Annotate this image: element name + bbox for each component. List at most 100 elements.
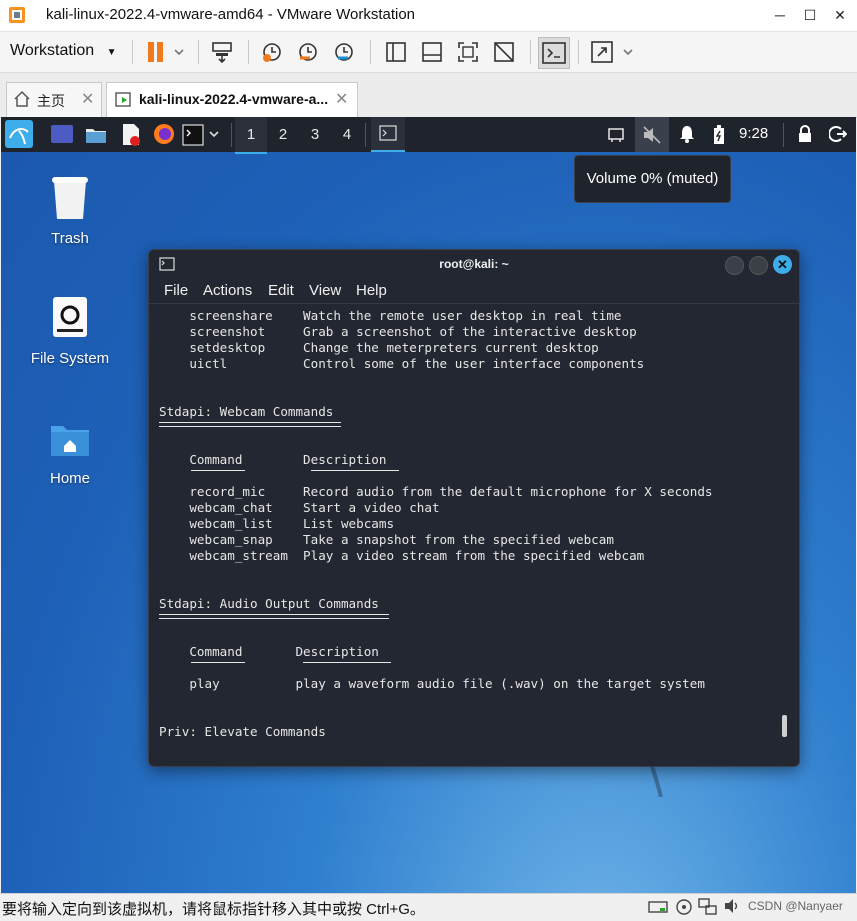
volume-muted-button[interactable] [635, 117, 669, 152]
desktop-icon-label: Trash [51, 230, 89, 247]
snapshot-icon[interactable] [260, 40, 284, 64]
vm-icon [115, 91, 133, 112]
workspace-3[interactable]: 3 [299, 117, 331, 152]
taskbar-terminal-window[interactable] [371, 117, 405, 152]
terminal-scrollbar[interactable] [782, 715, 787, 737]
terminal-minimize-button[interactable] [725, 256, 744, 275]
menu-edit[interactable]: Edit [268, 282, 294, 299]
section-header: Priv: Elevate Commands [159, 724, 326, 739]
column-underline [191, 662, 245, 663]
menu-help[interactable]: Help [356, 282, 387, 299]
terminal-close-button[interactable]: ✕ [773, 255, 792, 274]
tab-home[interactable]: 主页 ✕ [6, 82, 102, 117]
sidebar-toggle-icon[interactable] [384, 40, 408, 64]
terminal-line: record_mic Record audio from the default… [159, 484, 713, 499]
status-message: 要将输入定向到该虚拟机，请将鼠标指针移入其中或按 Ctrl+G。 [2, 901, 425, 918]
terminal-title: root@kali: ~ [439, 257, 509, 271]
window-titlebar: kali-linux-2022.4-vmware-amd64 - VMware … [0, 0, 857, 32]
section-header: Stdapi: Audio Output Commands [159, 596, 379, 611]
menu-view[interactable]: View [309, 282, 341, 299]
terminal-icon [182, 124, 219, 146]
text-editor-icon[interactable] [121, 123, 141, 152]
terminal-line: screenshot Grab a screenshot of the inte… [159, 324, 637, 339]
unity-mode-icon[interactable] [492, 40, 516, 64]
menu-file[interactable]: File [164, 282, 188, 299]
network-icon[interactable] [607, 127, 625, 148]
home-folder-icon [51, 426, 89, 456]
terminal-launcher[interactable] [182, 124, 224, 151]
guest-screen[interactable]: 1 2 3 4 9:28 Trash File System Home Volu… [1, 117, 856, 893]
column-header: Command Description [159, 644, 379, 659]
terminal-output[interactable]: screenshare Watch the remote user deskto… [159, 308, 779, 758]
hard-disk-icon[interactable] [648, 899, 668, 920]
send-ctrl-alt-del-icon[interactable] [210, 40, 234, 64]
terminal-icon [542, 42, 566, 64]
volume-tooltip: Volume 0% (muted) [574, 155, 731, 203]
terminal-line: uictl Control some of the user interface… [159, 356, 645, 371]
terminal-line: webcam_chat Start a video chat [159, 500, 440, 515]
notifications-icon[interactable] [679, 125, 695, 148]
close-button[interactable]: ✕ [825, 4, 855, 26]
section-underline [159, 422, 341, 427]
show-desktop-icon[interactable] [51, 125, 73, 143]
tab-kali-vm[interactable]: kali-linux-2022.4-vmware-a... ✕ [106, 82, 358, 117]
workstation-menu[interactable]: Workstation ▼ [10, 42, 117, 60]
logout-icon[interactable] [828, 125, 848, 148]
stretch-icon [591, 41, 633, 63]
desktop-icon-filesystem[interactable]: File System [15, 295, 125, 370]
terminal-line: play play a waveform audio file (.wav) o… [159, 676, 705, 691]
fullscreen-icon[interactable] [456, 40, 480, 64]
pause-button[interactable] [146, 41, 186, 68]
terminal-line: setdesktop Change the meterpreters curre… [159, 340, 599, 355]
desktop-icon-home[interactable]: Home [15, 422, 125, 497]
terminal-line: webcam_snap Take a snapshot from the spe… [159, 532, 614, 547]
maximize-button[interactable]: ☐ [795, 4, 825, 26]
minimize-button[interactable]: ─ [765, 4, 795, 26]
terminal-line: screenshare Watch the remote user deskto… [159, 308, 622, 323]
terminal-menubar: File Actions Edit View Help [149, 280, 799, 302]
terminal-window[interactable]: root@kali: ~ ✕ File Actions Edit View He… [148, 249, 800, 767]
column-underline [303, 662, 391, 663]
trash-icon [52, 177, 88, 219]
lock-screen-icon[interactable] [797, 125, 813, 148]
menu-actions[interactable]: Actions [203, 282, 252, 299]
tab-kali-vm-label: kali-linux-2022.4-vmware-a... [139, 91, 329, 107]
firefox-icon[interactable] [153, 123, 175, 150]
vmware-logo-icon [8, 6, 26, 24]
sound-card-icon[interactable] [724, 898, 740, 919]
column-header: Command Description [159, 452, 387, 467]
stretch-guest-button[interactable] [590, 40, 636, 69]
workspace-1[interactable]: 1 [235, 117, 267, 154]
pause-icon [148, 42, 184, 62]
workspace-2[interactable]: 2 [267, 117, 299, 152]
desktop-icon-label: Home [49, 470, 90, 487]
section-underline [159, 614, 389, 619]
column-underline [191, 470, 245, 471]
kali-menu-button[interactable] [5, 120, 33, 148]
section-header: Stdapi: Webcam Commands [159, 404, 334, 419]
snapshot-manager-icon[interactable] [332, 40, 356, 64]
file-manager-icon[interactable] [85, 125, 107, 150]
console-view-button[interactable] [538, 37, 570, 69]
cd-drive-icon[interactable] [676, 899, 692, 920]
panel-clock[interactable]: 9:28 [739, 125, 768, 142]
home-icon [13, 90, 31, 111]
kali-logo-icon [9, 128, 29, 145]
close-tab-icon[interactable]: ✕ [335, 89, 348, 109]
status-bar: 要将输入定向到该虚拟机，请将鼠标指针移入其中或按 Ctrl+G。 CSDN @N… [0, 893, 857, 919]
revert-snapshot-icon[interactable] [296, 40, 320, 64]
chevron-down-icon: ▼ [106, 47, 117, 58]
terminal-line: webcam_stream Play a video stream from t… [159, 548, 645, 563]
terminal-maximize-button[interactable] [749, 256, 768, 275]
speaker-muted-icon [643, 126, 661, 144]
workspace-4[interactable]: 4 [331, 117, 363, 152]
tab-bar: 主页 ✕ kali-linux-2022.4-vmware-a... ✕ [0, 73, 857, 118]
terminal-titlebar[interactable]: root@kali: ~ ✕ [149, 250, 799, 280]
toolbar: Workstation ▼ [0, 32, 857, 73]
thumbnail-bar-icon[interactable] [420, 40, 444, 64]
drive-icon [53, 297, 87, 337]
battery-icon[interactable] [713, 125, 725, 150]
desktop-icon-trash[interactable]: Trash [15, 175, 125, 250]
close-tab-icon[interactable]: ✕ [81, 89, 94, 109]
workstation-menu-label: Workstation [10, 42, 95, 59]
